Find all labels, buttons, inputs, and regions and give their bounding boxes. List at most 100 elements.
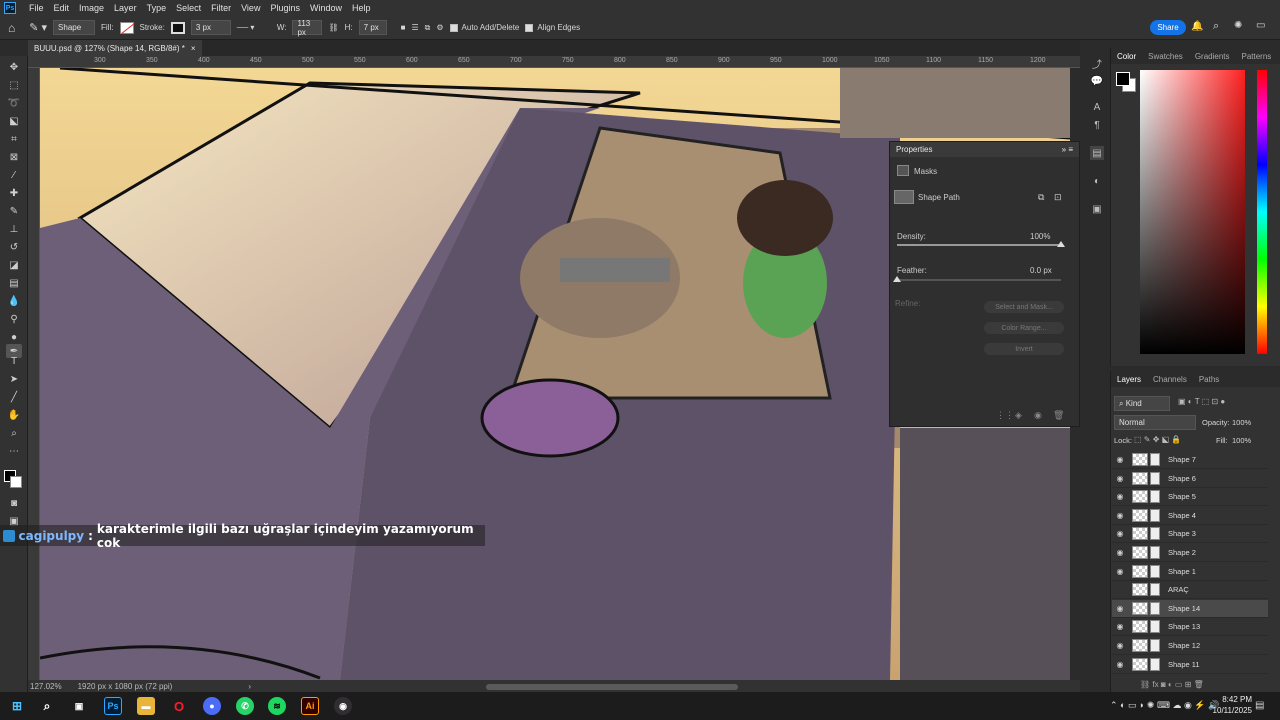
tab-color[interactable]: Color [1117,52,1136,61]
eye-icon[interactable]: ◉ [1112,622,1128,631]
close-icon[interactable]: × [191,44,196,53]
taskbar-clock[interactable]: 8:42 PM 10/11/2025 [1213,694,1252,716]
eye-icon[interactable]: ◉ [1112,511,1128,520]
layer-row[interactable]: ◉ Shape 5 [1112,488,1268,507]
workspace-icon[interactable]: ▭ [1256,20,1265,31]
stroke-width-input[interactable]: 3 px [190,20,231,35]
status-arrow-icon[interactable]: › [248,682,251,691]
task-view-icon[interactable]: ▣ [70,697,88,715]
menu-type[interactable]: Type [142,3,172,13]
layer-name[interactable]: Shape 7 [1168,455,1196,464]
menu-window[interactable]: Window [305,3,347,13]
document-info[interactable]: 1920 px x 1080 px (72 ppi) [78,682,173,691]
layer-name[interactable]: Shape 12 [1168,641,1200,650]
spotify-icon[interactable]: ≋ [268,697,286,715]
tab-layers[interactable]: Layers [1117,375,1141,384]
feather-slider[interactable] [897,279,1061,281]
chrome-icon[interactable]: ● [203,697,221,715]
layer-row[interactable]: ◉ Shape 12 [1112,637,1268,655]
document-tab[interactable]: BUUU.psd @ 127% (Shape 14, RGB/8#) * × [28,40,202,56]
color-field[interactable] [1140,70,1245,354]
hue-slider[interactable] [1257,70,1267,354]
vector-mask-icon[interactable]: ⊡ [1054,192,1062,203]
blur-tool-icon[interactable]: 💧 [6,294,22,308]
eraser-tool-icon[interactable]: ◪ [6,258,22,272]
path-selection-tool-icon[interactable]: ➤ [6,372,22,386]
dodge-burn-tool-icon[interactable]: ● [6,330,22,344]
layer-row[interactable]: ◉ Shape 2 [1112,544,1268,562]
notification-icon[interactable]: ▤ [1255,700,1264,711]
delete-icon[interactable]: 🗑 [1053,410,1064,421]
lock-icons[interactable]: ⬚ ✎ ✥ ⬕ 🔒 [1134,435,1181,444]
add-mask-icon[interactable]: ⧉ [1038,192,1044,203]
menu-image[interactable]: Image [74,3,109,13]
blend-mode-select[interactable]: Normal [1114,415,1196,430]
opacity-value[interactable]: 100% [1232,418,1251,427]
stroke-type-select[interactable]: ── ▾ [237,20,271,36]
tab-channels[interactable]: Channels [1153,375,1187,384]
background-color-swatch[interactable] [10,476,22,488]
path-operations-icon[interactable]: ■ [401,20,406,36]
bell-icon[interactable]: 🔔 [1191,21,1203,32]
clone-stamp-tool-icon[interactable]: ⊥ [6,222,22,236]
eye-icon[interactable]: ◉ [1112,492,1128,501]
libraries-icon[interactable]: ▣ [1090,202,1104,216]
gradient-tool-icon[interactable]: ▤ [6,276,22,290]
eye-icon[interactable]: ◉ [1112,641,1128,650]
width-input[interactable]: 113 px [292,19,323,37]
menu-file[interactable]: File [24,3,49,13]
history-icon[interactable]: ⤴ [1090,56,1104,71]
panel-menu-icon[interactable]: » ≡ [1062,145,1073,154]
density-slider-knob[interactable] [1057,241,1065,247]
type-tool-icon[interactable]: T [6,354,22,368]
lasso-tool-icon[interactable]: ➰ [6,96,22,110]
move-tool-icon[interactable]: ✥ [6,60,22,74]
layer-row[interactable]: ARAÇ [1112,581,1268,600]
density-value[interactable]: 100% [1030,232,1050,241]
menu-edit[interactable]: Edit [49,3,75,13]
align-edges-checkbox[interactable]: Align Edges [525,20,580,36]
illustrator-icon[interactable]: Ai [301,697,319,715]
layer-filter-icons[interactable]: ▣ ◐ T ⬚ ⊡ ● [1178,397,1225,406]
healing-brush-tool-icon[interactable]: ✚ [6,186,22,200]
menu-help[interactable]: Help [347,3,376,13]
fill-value[interactable]: 100% [1232,436,1251,445]
zoom-tool-icon[interactable]: ⌕ [6,426,22,440]
apply-mask-icon[interactable]: ◈ [1015,410,1022,421]
tab-gradients[interactable]: Gradients [1195,52,1230,61]
eyedropper-tool-icon[interactable]: ⁄ [6,168,22,182]
foreground-color-chip[interactable] [1116,72,1130,86]
start-icon[interactable]: ⊞ [8,697,26,715]
comments-icon[interactable]: 💬 [1090,74,1104,88]
tab-paths[interactable]: Paths [1199,375,1219,384]
layer-name[interactable]: Shape 4 [1168,511,1196,520]
file-explorer-icon[interactable]: ▬ [137,697,155,715]
layer-name[interactable]: Shape 3 [1168,529,1196,538]
properties-icon[interactable]: ▤ [1090,146,1104,160]
path-arrangement-icon[interactable]: ⧉ [425,20,431,36]
zoom-level[interactable]: 127.02% [30,682,62,691]
brush-tool-icon[interactable]: ✎ [6,204,22,218]
auto-add-delete-checkbox[interactable]: Auto Add/Delete [449,20,519,36]
eye-icon[interactable]: ◉ [1112,529,1128,538]
select-and-mask-button[interactable]: Select and Mask... [984,301,1064,313]
feather-value[interactable]: 0.0 px [1030,266,1052,275]
line-tool-icon[interactable]: ╱ [6,390,22,404]
layer-row[interactable]: ◉ Shape 6 [1112,470,1268,488]
photoshop-icon[interactable]: Ps [104,697,122,715]
path-alignment-icon[interactable]: ☰ [411,20,418,36]
pen-tool-preset-icon[interactable]: ✎ ▾ [29,20,47,36]
more-tools-icon[interactable]: ⋯ [6,444,22,458]
eye-icon[interactable]: ◉ [1112,660,1128,669]
obs-icon[interactable]: ◉ [334,697,352,715]
menu-plugins[interactable]: Plugins [265,3,305,13]
layer-actions-icons[interactable]: ⛓ fx ◙ ◐ ▭ ⊞ 🗑 [1140,680,1204,689]
system-tray-icons[interactable]: ⌃ ◐ ▭ ◗ ✺ ⌨ ☁ ◉ ⚡ 🔊 [1110,700,1219,711]
search-icon[interactable]: ⌕ [38,697,56,715]
visibility-icon[interactable]: ◉ [1034,410,1042,421]
layer-name[interactable]: Shape 5 [1168,492,1196,501]
eye-icon[interactable]: ◉ [1112,455,1128,464]
opera-icon[interactable]: O [170,697,188,715]
layer-name[interactable]: Shape 11 [1168,660,1200,669]
crop-tool-icon[interactable]: ⌗ [6,132,22,146]
